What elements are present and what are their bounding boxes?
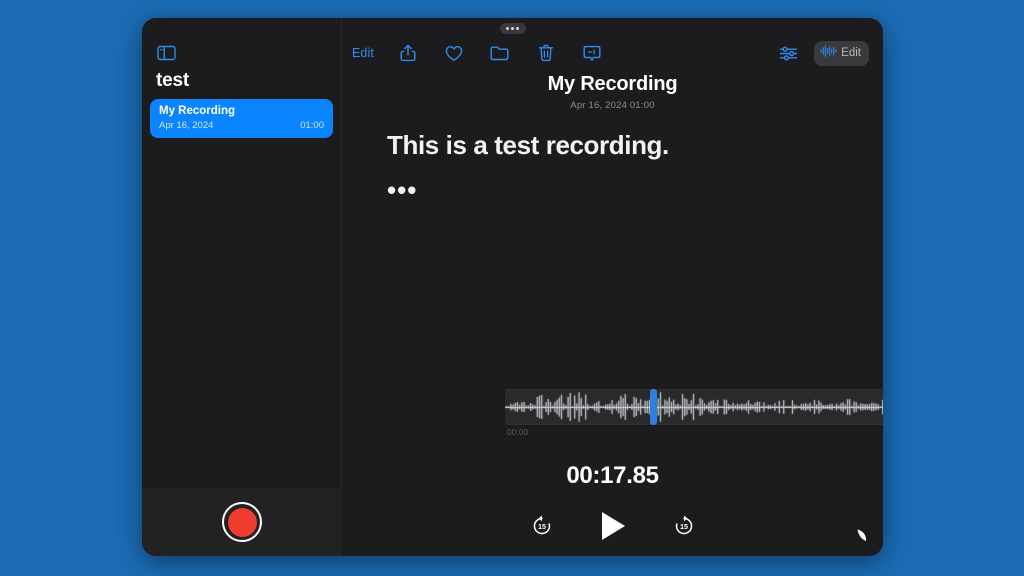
speech-bubble-icon[interactable]: [580, 41, 604, 65]
recording-subtitle: Apr 16, 2024 01:00: [570, 100, 655, 111]
grabber-dot: [506, 27, 509, 30]
share-icon[interactable]: [396, 41, 420, 65]
play-button[interactable]: [598, 510, 628, 542]
record-bar: [142, 488, 342, 556]
transcript-area[interactable]: This is a test recording. •••: [387, 130, 843, 203]
svg-text:15: 15: [680, 522, 688, 531]
waveform[interactable]: [505, 389, 883, 425]
sidebar-toggle-icon[interactable]: [154, 41, 178, 65]
page-title: My Recording: [547, 73, 678, 95]
detail-pane: My Recording Apr 16, 2024 01:00 This is …: [342, 18, 883, 556]
pointer-cursor-icon: [855, 528, 869, 544]
toolbar-center: Edit: [342, 41, 776, 65]
record-button[interactable]: [222, 502, 262, 542]
toolbar-right: Edit: [776, 40, 883, 66]
recording-name: My Recording: [159, 105, 236, 117]
waveform-scrubber[interactable]: 00:00 01:00: [505, 389, 883, 437]
waveform-icon: [820, 44, 837, 63]
skip-back-15-icon[interactable]: 15: [530, 514, 554, 538]
svg-text:15: 15: [538, 522, 546, 531]
multitask-grabber-icon[interactable]: [499, 23, 526, 34]
playhead-handle[interactable]: [650, 389, 657, 425]
sidebar: test My Recording Apr 16, 2024 01:00: [142, 18, 342, 556]
recording-list: My Recording Apr 16, 2024 01:00: [142, 99, 341, 138]
sliders-icon[interactable]: [776, 41, 800, 65]
waveform-time-labels: 00:00 01:00: [505, 428, 883, 437]
playback-controls: 15 15: [342, 510, 883, 542]
folder-icon[interactable]: [488, 41, 512, 65]
list-item[interactable]: My Recording Apr 16, 2024 01:00: [150, 99, 333, 138]
record-icon: [227, 507, 257, 537]
sidebar-title: test: [156, 70, 189, 91]
current-timecode: 00:17.85: [566, 462, 659, 489]
trash-icon[interactable]: [534, 41, 558, 65]
edit-recording-button[interactable]: Edit: [814, 40, 869, 66]
toolbar-left: [142, 41, 342, 65]
skip-forward-15-icon[interactable]: 15: [672, 514, 696, 538]
edit-button[interactable]: Edit: [352, 46, 374, 60]
edit-pill-label: Edit: [841, 47, 861, 59]
time-start-label: 00:00: [507, 428, 529, 437]
heart-icon[interactable]: [442, 41, 466, 65]
recording-date: Apr 16, 2024: [159, 120, 214, 131]
recording-duration: 01:00: [300, 120, 324, 131]
recording-meta: Apr 16, 2024 01:00: [159, 120, 324, 131]
grabber-dot: [511, 27, 514, 30]
transcript-ellipsis: •••: [387, 175, 418, 206]
transcript-text: This is a test recording.: [387, 130, 669, 160]
grabber-dot: [516, 27, 519, 30]
waveform-canvas: [505, 389, 883, 425]
detail-header: My Recording Apr 16, 2024 01:00: [342, 73, 883, 111]
toolbar: Edit Edit: [142, 36, 883, 70]
voice-memos-window: test My Recording Apr 16, 2024 01:00 My …: [142, 18, 883, 556]
